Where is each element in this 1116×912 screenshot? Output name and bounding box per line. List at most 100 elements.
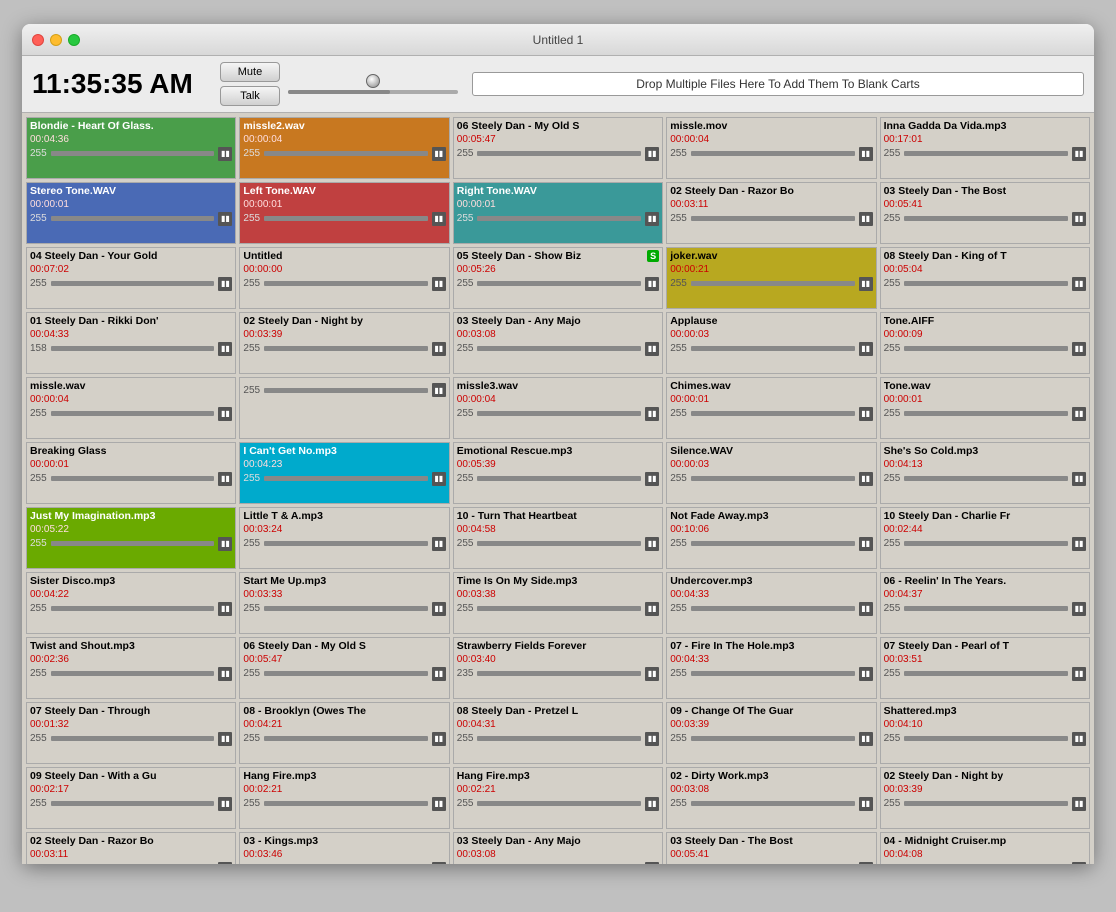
cart-volume: 255 [884, 538, 901, 549]
volume-knob[interactable] [366, 74, 380, 88]
traffic-lights [32, 34, 80, 46]
cart-play-icon: ▮▮ [218, 667, 232, 681]
cart-cell[interactable]: 02 Steely Dan - Razor Bo00:03:11255▮▮ [666, 182, 876, 244]
cart-cell[interactable]: Shattered.mp300:04:10255▮▮ [880, 702, 1090, 764]
cart-volume: 255 [243, 148, 260, 159]
cart-cell[interactable]: 09 - Change Of The Guar00:03:39255▮▮ [666, 702, 876, 764]
cart-volume: 255 [30, 668, 47, 679]
mute-button[interactable]: Mute [220, 62, 280, 82]
cart-cell[interactable]: Right Tone.WAV00:00:01255▮▮ [453, 182, 663, 244]
cart-cell[interactable]: Left Tone.WAV00:00:01255▮▮ [239, 182, 449, 244]
cart-progress-bar [51, 736, 215, 741]
cart-cell[interactable]: 02 - Dirty Work.mp300:03:08255▮▮ [666, 767, 876, 829]
cart-volume: 255 [457, 213, 474, 224]
cart-progress-bar [51, 801, 215, 806]
cart-cell[interactable]: missle.wav00:00:04255▮▮ [26, 377, 236, 439]
cart-play-icon: ▮▮ [432, 472, 446, 486]
cart-cell[interactable]: She's So Cold.mp300:04:13255▮▮ [880, 442, 1090, 504]
cart-cell[interactable]: 02 Steely Dan - Razor Bo00:03:11255▮▮ [26, 832, 236, 864]
cart-cell[interactable]: 10 Steely Dan - Charlie Fr00:02:44255▮▮ [880, 507, 1090, 569]
talk-button[interactable]: Talk [220, 86, 280, 106]
cart-time: 00:00:01 [884, 394, 1086, 405]
cart-cell[interactable]: Chimes.wav00:00:01255▮▮ [666, 377, 876, 439]
cart-cell[interactable]: Time Is On My Side.mp300:03:38255▮▮ [453, 572, 663, 634]
cart-cell[interactable]: Twist and Shout.mp300:02:36255▮▮ [26, 637, 236, 699]
cart-cell[interactable]: 04 - Midnight Cruiser.mp00:04:08255▮▮ [880, 832, 1090, 864]
cart-cell[interactable]: Blondie - Heart Of Glass.00:04:36255▮▮ [26, 117, 236, 179]
cart-cell[interactable]: 07 - Fire In The Hole.mp300:04:33255▮▮ [666, 637, 876, 699]
cart-cell[interactable]: 07 Steely Dan - Pearl of T00:03:51255▮▮ [880, 637, 1090, 699]
cart-cell[interactable]: 05 Steely Dan - Show BizS00:05:26255▮▮ [453, 247, 663, 309]
cart-cell[interactable]: 03 Steely Dan - The Bost00:05:41255▮▮ [880, 182, 1090, 244]
cart-cell[interactable]: Emotional Rescue.mp300:05:39255▮▮ [453, 442, 663, 504]
cart-cell[interactable]: 03 Steely Dan - Any Majo00:03:08255▮▮ [453, 312, 663, 374]
cart-cell[interactable]: Hang Fire.mp300:02:21255▮▮ [453, 767, 663, 829]
cart-volume: 255 [884, 343, 901, 354]
cart-cell[interactable]: 06 - Reelin' In The Years.00:04:37255▮▮ [880, 572, 1090, 634]
cart-cell[interactable]: Strawberry Fields Forever00:03:40235▮▮ [453, 637, 663, 699]
maximize-button[interactable] [68, 34, 80, 46]
cart-cell[interactable]: Silence.WAV00:00:03255▮▮ [666, 442, 876, 504]
cart-play-icon: ▮▮ [432, 732, 446, 746]
close-button[interactable] [32, 34, 44, 46]
cart-cell[interactable]: I Can't Get No.mp300:04:23255▮▮ [239, 442, 449, 504]
cart-cell[interactable]: 03 Steely Dan - The Bost00:05:41255▮▮ [666, 832, 876, 864]
cart-cell[interactable]: 255▮▮ [239, 377, 449, 439]
cart-volume: 255 [670, 668, 687, 679]
cart-cell[interactable]: joker.wav00:00:21255▮▮ [666, 247, 876, 309]
drop-zone[interactable]: Drop Multiple Files Here To Add Them To … [472, 72, 1084, 96]
cart-cell[interactable]: 03 Steely Dan - Any Majo00:03:08255▮▮ [453, 832, 663, 864]
cart-cell[interactable]: Untitled00:00:00255▮▮ [239, 247, 449, 309]
cart-time: 00:04:33 [670, 654, 872, 665]
cart-play-icon: ▮▮ [218, 407, 232, 421]
cart-cell[interactable]: 08 Steely Dan - Pretzel L00:04:31255▮▮ [453, 702, 663, 764]
cart-play-icon: ▮▮ [645, 667, 659, 681]
cart-play-icon: ▮▮ [1072, 537, 1086, 551]
cart-volume: 255 [30, 603, 47, 614]
cart-cell[interactable]: Hang Fire.mp300:02:21255▮▮ [239, 767, 449, 829]
cart-play-icon: ▮▮ [859, 797, 873, 811]
cart-title: Tone.AIFF [884, 315, 1086, 328]
cart-progress-bar [904, 216, 1068, 221]
cart-cell[interactable]: 08 - Brooklyn (Owes The00:04:21255▮▮ [239, 702, 449, 764]
cart-cell[interactable]: 06 Steely Dan - My Old S00:05:47255▮▮ [453, 117, 663, 179]
cart-cell[interactable]: missle3.wav00:00:04255▮▮ [453, 377, 663, 439]
cart-title: Start Me Up.mp3 [243, 575, 445, 588]
cart-cell[interactable]: Breaking Glass00:00:01255▮▮ [26, 442, 236, 504]
minimize-button[interactable] [50, 34, 62, 46]
cart-cell[interactable]: 10 - Turn That Heartbeat00:04:58255▮▮ [453, 507, 663, 569]
cart-cell[interactable]: Just My Imagination.mp300:05:22255▮▮ [26, 507, 236, 569]
cart-cell[interactable]: 07 Steely Dan - Through00:01:32255▮▮ [26, 702, 236, 764]
cart-cell[interactable]: Sister Disco.mp300:04:22255▮▮ [26, 572, 236, 634]
cart-cell[interactable]: Undercover.mp300:04:33255▮▮ [666, 572, 876, 634]
cart-cell[interactable]: 02 Steely Dan - Night by00:03:39255▮▮ [239, 312, 449, 374]
volume-slider[interactable] [288, 90, 458, 94]
cart-cell[interactable]: Tone.AIFF00:00:09255▮▮ [880, 312, 1090, 374]
cart-badge: S [647, 250, 659, 262]
cart-title: 08 Steely Dan - King of T [884, 250, 1086, 263]
cart-cell[interactable]: Little T & A.mp300:03:24255▮▮ [239, 507, 449, 569]
cart-volume: 255 [30, 733, 47, 744]
cart-play-icon: ▮▮ [1072, 862, 1086, 864]
cart-cell[interactable]: Start Me Up.mp300:03:33255▮▮ [239, 572, 449, 634]
cart-cell[interactable]: missle.mov00:00:04255▮▮ [666, 117, 876, 179]
cart-cell[interactable]: 04 Steely Dan - Your Gold00:07:02255▮▮ [26, 247, 236, 309]
cart-cell[interactable]: missle2.wav00:00:04255▮▮ [239, 117, 449, 179]
cart-cell[interactable]: Applause00:00:03255▮▮ [666, 312, 876, 374]
cart-cell[interactable]: 03 - Kings.mp300:03:46255▮▮ [239, 832, 449, 864]
cart-cell[interactable]: Not Fade Away.mp300:10:06255▮▮ [666, 507, 876, 569]
cart-progress-bar [51, 346, 215, 351]
cart-cell[interactable]: Stereo Tone.WAV00:00:01255▮▮ [26, 182, 236, 244]
cart-cell[interactable]: Tone.wav00:00:01255▮▮ [880, 377, 1090, 439]
cart-cell[interactable]: 06 Steely Dan - My Old S00:05:47255▮▮ [239, 637, 449, 699]
cart-volume: 255 [670, 733, 687, 744]
cart-cell[interactable]: 08 Steely Dan - King of T00:05:04255▮▮ [880, 247, 1090, 309]
cart-time: 00:03:24 [243, 524, 445, 535]
cart-cell[interactable]: Inna Gadda Da Vida.mp300:17:01255▮▮ [880, 117, 1090, 179]
cart-cell[interactable]: 09 Steely Dan - With a Gu00:02:17255▮▮ [26, 767, 236, 829]
cart-cell[interactable]: 02 Steely Dan - Night by00:03:39255▮▮ [880, 767, 1090, 829]
cart-cell[interactable]: 01 Steely Dan - Rikki Don'00:04:33158▮▮ [26, 312, 236, 374]
cart-progress-bar [691, 736, 855, 741]
cart-title: 06 Steely Dan - My Old S [243, 640, 445, 653]
cart-volume: 255 [243, 798, 260, 809]
